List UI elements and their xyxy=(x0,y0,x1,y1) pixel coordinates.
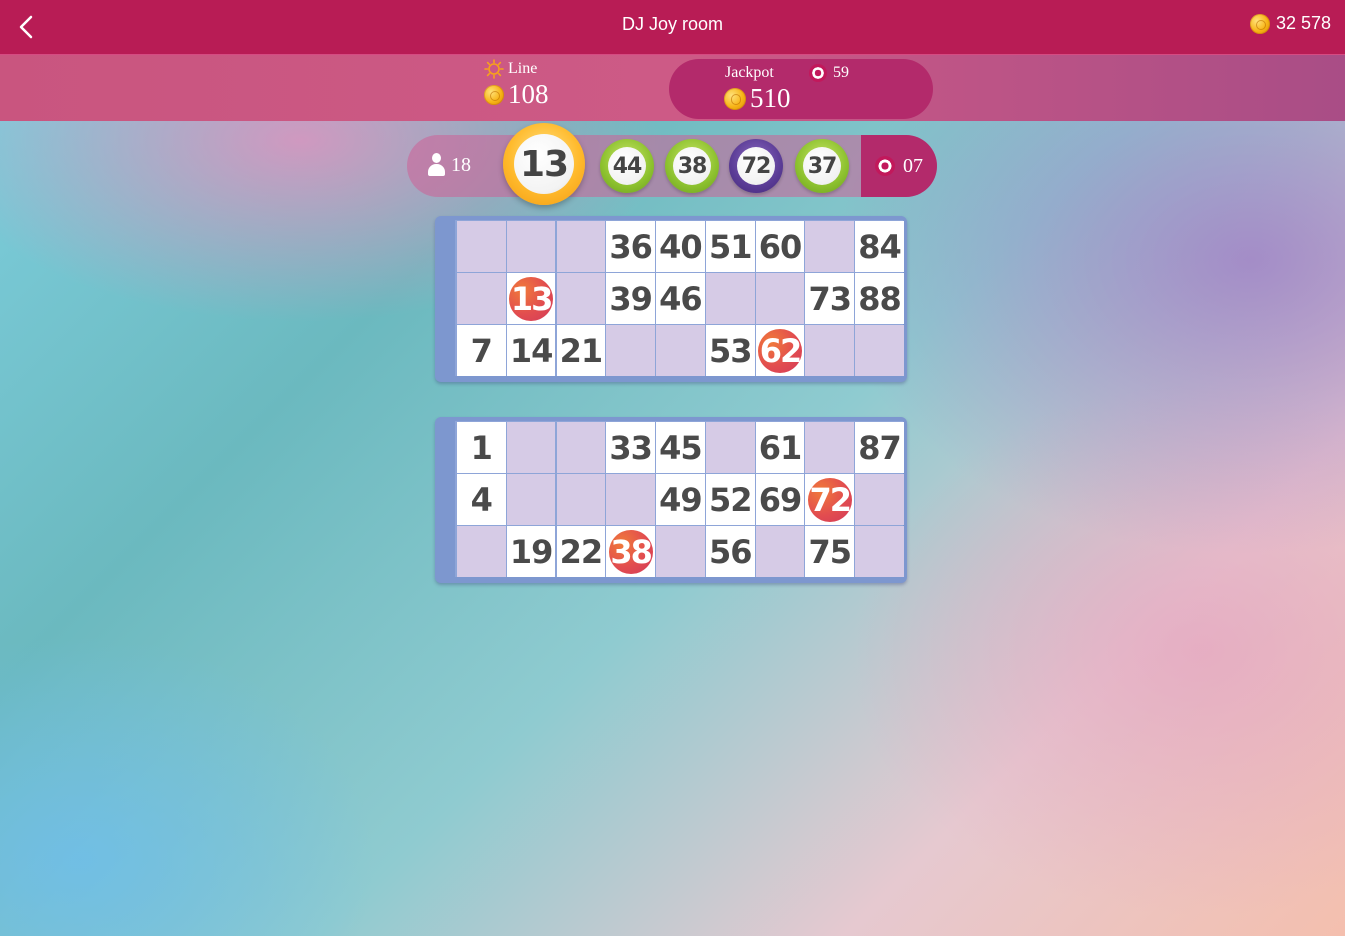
room-title: DJ Joy room xyxy=(621,14,724,34)
card-cell[interactable]: 36 xyxy=(606,221,655,272)
card-cell[interactable]: 84 xyxy=(855,221,904,272)
card-cell-empty[interactable] xyxy=(457,273,506,325)
jackpot-value: 510 xyxy=(750,83,791,113)
card-cell[interactable]: 46 xyxy=(656,273,705,325)
card-cell[interactable]: 7 xyxy=(457,325,506,377)
card-cell-empty[interactable] xyxy=(705,422,755,473)
target-icon xyxy=(875,156,895,176)
bingo-card[interactable]: 1 33 45 61 87 4 49 52 69 72 19 22 38 56 75 xyxy=(435,417,907,583)
line-label: Line xyxy=(508,60,538,77)
card-cell-empty[interactable] xyxy=(755,273,805,325)
bingo-card[interactable]: 36 40 51 60 84 13 39 46 73 88 7 14 21 53 62 xyxy=(435,216,907,382)
history-ball: 44 xyxy=(600,139,654,193)
card-cell-empty[interactable] xyxy=(855,474,904,526)
history-ball: 37 xyxy=(795,139,849,193)
top-bar: DJ Joy room 32 578 xyxy=(0,0,1345,55)
card-cell[interactable]: 88 xyxy=(855,273,904,325)
card-cell-empty[interactable] xyxy=(805,221,855,272)
card-cell[interactable]: 56 xyxy=(705,526,755,578)
card-cell-empty[interactable] xyxy=(606,325,655,377)
card-cell-empty[interactable] xyxy=(506,474,556,526)
card-cell[interactable]: 22 xyxy=(556,526,606,578)
card-cell-empty[interactable] xyxy=(506,221,556,272)
card-cell-empty[interactable] xyxy=(805,422,855,473)
card-cell[interactable]: 52 xyxy=(705,474,755,526)
card-cell-empty[interactable] xyxy=(556,273,606,325)
card-cell[interactable]: 45 xyxy=(656,422,705,473)
players-value: 18 xyxy=(451,153,471,176)
coin-icon xyxy=(484,84,504,105)
balance-value: 32 578 xyxy=(1275,13,1331,33)
jackpot-target-value: 59 xyxy=(833,64,849,81)
card-cell-empty[interactable] xyxy=(506,422,556,473)
card-cell[interactable]: 51 xyxy=(705,221,755,272)
card-cell-empty[interactable] xyxy=(656,526,705,578)
card-cell-empty[interactable] xyxy=(457,526,506,578)
pot-bar: Line 108 Jackpot 59 510 xyxy=(0,55,1345,121)
card-cell[interactable]: 49 xyxy=(656,474,705,526)
card-cell-empty[interactable] xyxy=(556,422,606,473)
current-ball: 13 xyxy=(503,123,585,205)
card-cell[interactable]: 69 xyxy=(755,474,805,526)
card-cell-empty[interactable] xyxy=(805,325,855,377)
history-ball-number: 38 xyxy=(673,147,711,185)
jackpot-label: Jackpot xyxy=(725,64,774,81)
card-cell[interactable]: 61 xyxy=(755,422,805,473)
card-cell-empty[interactable] xyxy=(755,526,805,578)
card-cell[interactable]: 60 xyxy=(755,221,805,272)
history-ball: 38 xyxy=(665,139,719,193)
card-cell[interactable]: 13 xyxy=(506,273,556,325)
card-cell-empty[interactable] xyxy=(855,526,904,578)
card-cell[interactable]: 19 xyxy=(506,526,556,578)
marked-number: 38 xyxy=(608,529,653,574)
marked-number: 13 xyxy=(509,276,553,321)
card-cell[interactable]: 14 xyxy=(506,325,556,377)
card-cell[interactable]: 21 xyxy=(556,325,606,377)
coin-icon xyxy=(724,87,746,110)
line-pot: Line 108 xyxy=(484,59,549,110)
sun-icon xyxy=(484,59,504,79)
players-count: 18 xyxy=(427,153,471,177)
card-cell-empty[interactable] xyxy=(556,221,606,272)
card-cell-empty[interactable] xyxy=(656,325,705,377)
card-grid: 1 33 45 61 87 4 49 52 69 72 19 22 38 56 75 xyxy=(457,422,904,578)
card-cell[interactable]: 39 xyxy=(606,273,655,325)
coin-balance: 32 578 xyxy=(1249,13,1331,34)
coin-icon xyxy=(1249,13,1270,34)
history-ball-number: 44 xyxy=(608,147,646,185)
marked-number: 62 xyxy=(757,328,802,373)
card-cell[interactable]: 1 xyxy=(457,422,506,473)
card-cell[interactable]: 40 xyxy=(656,221,705,272)
balls-remaining: 07 xyxy=(861,135,937,197)
history-ball-number: 37 xyxy=(803,147,841,185)
marked-number: 72 xyxy=(807,477,852,522)
history-ball-number: 72 xyxy=(737,147,775,185)
card-cell[interactable]: 53 xyxy=(705,325,755,377)
card-cell-empty[interactable] xyxy=(855,325,904,377)
card-cell[interactable]: 62 xyxy=(755,325,805,377)
card-cell[interactable]: 72 xyxy=(805,474,855,526)
card-grid: 36 40 51 60 84 13 39 46 73 88 7 14 21 53 62 xyxy=(457,221,904,377)
current-ball-number: 13 xyxy=(514,134,574,194)
card-cell-empty[interactable] xyxy=(457,221,506,272)
card-cell[interactable]: 33 xyxy=(606,422,655,473)
card-cell-empty[interactable] xyxy=(556,474,606,526)
balls-remaining-value: 07 xyxy=(903,154,923,177)
line-value: 108 xyxy=(508,79,549,109)
card-cell-empty[interactable] xyxy=(705,273,755,325)
card-cell[interactable]: 4 xyxy=(457,474,506,526)
card-cell[interactable]: 87 xyxy=(855,422,904,473)
card-cell[interactable]: 75 xyxy=(805,526,855,578)
target-icon xyxy=(809,64,827,82)
card-cell[interactable]: 73 xyxy=(805,273,855,325)
history-ball: 72 xyxy=(729,139,783,193)
jackpot-pot: Jackpot 59 510 xyxy=(669,59,933,119)
card-cell[interactable]: 38 xyxy=(606,526,655,578)
person-icon xyxy=(427,153,445,177)
card-cell-empty[interactable] xyxy=(606,474,655,526)
